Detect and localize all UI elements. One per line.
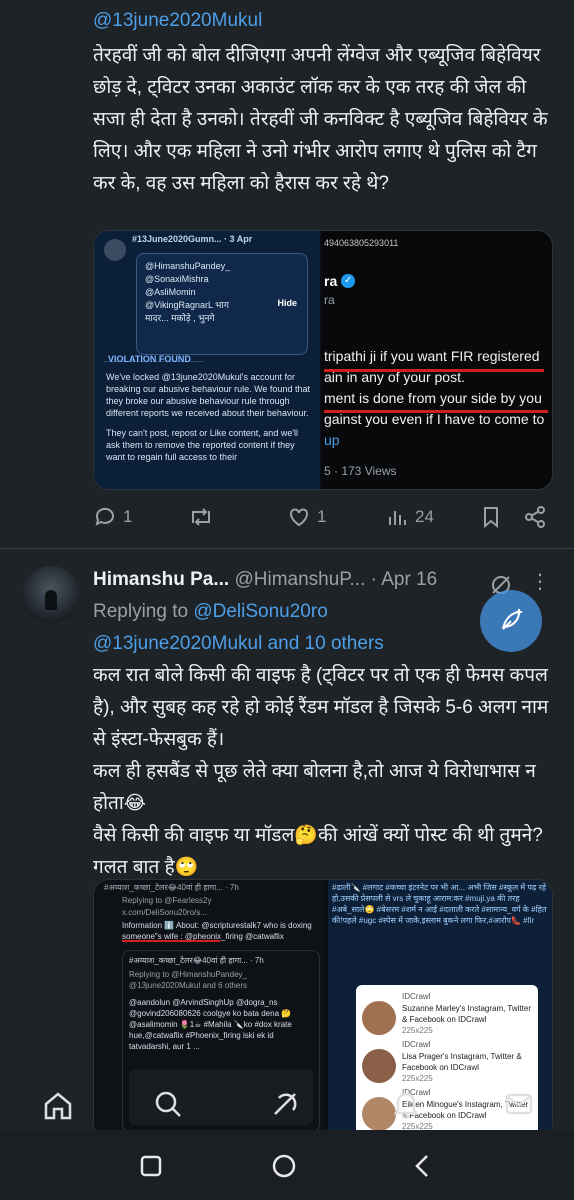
more-icon[interactable]: ⋮: [530, 569, 551, 594]
search-icon[interactable]: [152, 1088, 184, 1120]
bottom-tab-bar: [0, 1078, 574, 1130]
tweet-1-actions: 1 1 24: [93, 505, 558, 535]
like-button[interactable]: 1: [287, 505, 326, 529]
quoted-header: #अय्याश_कच्छा_टेलर😂40वां ही हागा... · 7h: [129, 956, 264, 965]
repost-button[interactable]: [188, 505, 214, 529]
idcrawl-card: IDCrawl Lisa Prager's Instagram, Twitter…: [362, 1039, 532, 1083]
share-button[interactable]: [523, 505, 547, 529]
avatar[interactable]: [22, 566, 80, 624]
red-underline: [324, 369, 544, 372]
account-name: ra ✓: [324, 273, 356, 289]
replying-to: Replying to @DeliSonu20ro: [93, 601, 328, 623]
grok-tab-icon[interactable]: [269, 1088, 301, 1120]
card-title: Suzanne Marley's Instagram, Twitter & Fa…: [402, 1004, 531, 1024]
reply-line: ment is done from your side by you: [324, 390, 542, 406]
left-reply: Replying to @Fearless2y: [122, 896, 212, 905]
reply-button[interactable]: 1: [93, 505, 132, 529]
mentions-list: @HimanshuPandey_ @SonaxiMishra @AsliMomi…: [145, 260, 230, 325]
author-handle[interactable]: @HimanshuP...: [234, 569, 365, 590]
like-count: 1: [317, 507, 327, 526]
compose-button[interactable]: [480, 590, 542, 652]
author-name[interactable]: Himanshu Pa...: [93, 569, 229, 590]
hashtags-text: #ढाली🔪 #लगाट #कच्चा इंटरनेट पर भी आ... अ…: [332, 883, 547, 925]
violation-title: VIOLATION FOUND: [108, 354, 191, 364]
mention-link[interactable]: @13june2020Mukul: [93, 10, 262, 32]
reply-line: up: [324, 432, 340, 448]
quoted-body: @aandolun @ArvindSinghUp @dogra_ns @govi…: [129, 998, 292, 1051]
tweet-1-body: तेरहवीं जी को बोल दीजिएगा अपनी लेंग्वेज …: [93, 45, 548, 194]
violation-text: We've locked @13june2020Mukul's account …: [106, 372, 310, 418]
red-underline: [324, 410, 548, 413]
analytics-icon: [389, 511, 406, 525]
account-handle: ra: [324, 293, 335, 307]
media-1-right-screenshot: 494063805293011 ra ✓ ra tripathi ji if y…: [322, 231, 552, 489]
views-count: 5 · 173 Views: [324, 464, 397, 478]
mention-item: @SonaxiMishra: [145, 274, 209, 284]
card-source: IDCrawl: [402, 992, 431, 1001]
reply-lines: tripathi ji if you want FIR registered a…: [324, 346, 552, 451]
profile-photo: [362, 1001, 396, 1035]
hide-label: Hide: [277, 298, 297, 308]
media-1-left-screenshot: #13June2020Gumn... · 3 Apr @HimanshuPand…: [94, 231, 320, 489]
red-underline: [122, 940, 220, 942]
mentions-box: @HimanshuPandey_ @SonaxiMishra @AsliMomi…: [136, 253, 308, 355]
tweet-date: · Apr 16: [370, 569, 438, 590]
left-header: #अय्याश_कच्छा_टेलर😂40वां ही हागा... · 7h: [104, 883, 239, 892]
mention-item: @VikingRagnarL भाग: [145, 300, 229, 310]
mention-item: @HimanshuPandey_: [145, 261, 231, 271]
mention-item: @AsliMomin: [145, 287, 196, 297]
quoted-reply-2: @13june2020Mukul and 6 others: [129, 981, 247, 990]
bookmark-icon: [484, 507, 498, 529]
home-nav-icon[interactable]: [271, 1153, 297, 1179]
replying-others[interactable]: @13june2020Mukul and 10 others: [93, 633, 384, 655]
home-icon[interactable]: [42, 1090, 74, 1120]
back-icon[interactable]: [410, 1153, 434, 1179]
recents-icon[interactable]: [139, 1154, 163, 1178]
violation-text-2: They can't post, repost or Like content,…: [106, 428, 299, 462]
idcrawl-card: IDCrawl Suzanne Marley's Instagram, Twit…: [362, 991, 532, 1035]
mention-item: मादर... मकोड़े , भुनगे: [145, 313, 215, 323]
card-size: 225x225: [402, 1026, 433, 1035]
reply-line: tripathi ji if you want FIR registered: [324, 348, 540, 364]
quoted-reply: Replying to @HimanshuPandey_: [129, 970, 247, 979]
system-navigation-bar: [0, 1130, 574, 1200]
replying-to-link[interactable]: @DeliSonu20ro: [193, 601, 327, 622]
bookmark-button[interactable]: [480, 505, 502, 529]
card-source: IDCrawl: [402, 1040, 431, 1049]
repost-icon: [192, 508, 210, 526]
notifications-icon[interactable]: [390, 1088, 422, 1120]
reply-count: 1: [123, 507, 133, 526]
media-1-header: #13June2020Gumn... · 3 Apr: [132, 234, 253, 244]
tweet-2-header: Himanshu Pa... @HimanshuP... · Apr 16: [93, 569, 437, 591]
left-url: x.com/DeliSonu20ro/s...: [122, 908, 207, 917]
views-button[interactable]: 24: [385, 505, 434, 529]
avatar-figure: [45, 590, 57, 610]
heart-icon: [290, 508, 308, 527]
replying-prefix: Replying to: [93, 601, 194, 622]
feather-icon: [502, 609, 522, 630]
left-info: Information ℹ️ About: @scripturestalk7 w…: [122, 921, 312, 941]
views-count-label: 24: [415, 507, 434, 526]
tweet-1: @13june2020Mukul तेरहवीं जी को बोल दीजिए…: [0, 0, 574, 548]
messages-icon[interactable]: [503, 1088, 535, 1120]
reply-icon: [95, 507, 114, 526]
share-icon: [525, 506, 545, 528]
card-title: Lisa Prager's Instagram, Twitter & Faceb…: [402, 1052, 522, 1072]
verified-icon: ✓: [341, 274, 356, 288]
tweet-2-body: कल रात बोले किसी की वाइफ है (ट्विटर पर त…: [93, 665, 549, 878]
tweet-1-media[interactable]: #13June2020Gumn... · 3 Apr @HimanshuPand…: [93, 230, 553, 490]
tweet-id: 494063805293011: [324, 238, 399, 248]
avatar: [104, 239, 126, 261]
account-name-text: ra: [324, 273, 338, 289]
